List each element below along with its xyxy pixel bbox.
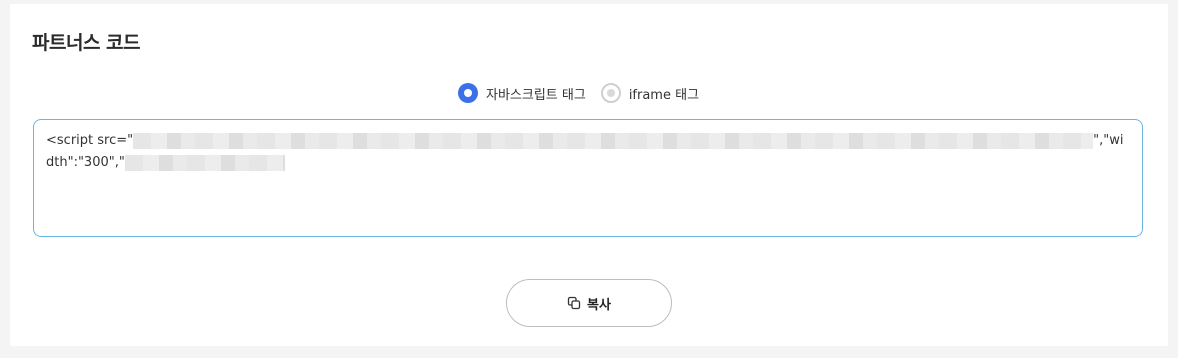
code-line-1: <script src=" ","wi <box>46 130 1130 152</box>
section-title: 파트너스 코드 <box>32 32 141 54</box>
redacted-url <box>133 133 1094 149</box>
radio-javascript-label: 자바스크립트 태그 <box>486 87 586 103</box>
code-line-1-prefix: <script src=" <box>46 133 134 148</box>
radio-javascript-tag[interactable]: 자바스크립트 태그 <box>458 83 586 103</box>
copy-icon <box>567 296 581 310</box>
radio-selected-icon[interactable] <box>458 83 478 103</box>
redacted-value <box>124 155 285 171</box>
copy-button[interactable]: 복사 <box>506 279 672 327</box>
radio-unselected-icon[interactable] <box>600 83 621 103</box>
radio-iframe-tag[interactable]: iframe 태그 <box>600 83 700 103</box>
partners-code-card: 파트너스 코드 자바스크립트 태그 iframe 태그 <script src=… <box>10 4 1168 346</box>
radio-iframe-label: iframe 태그 <box>628 87 700 103</box>
code-line-2: dth":"300"," <box>46 152 1130 174</box>
code-line-1-suffix: ","wi <box>1093 133 1124 148</box>
copy-button-label: 복사 <box>587 297 611 313</box>
code-textarea[interactable]: <script src=" ","wi dth":"300"," <box>33 119 1143 237</box>
code-line-2-prefix: dth":"300"," <box>46 155 125 170</box>
tag-type-radio-group: 자바스크립트 태그 iframe 태그 <box>458 82 699 104</box>
